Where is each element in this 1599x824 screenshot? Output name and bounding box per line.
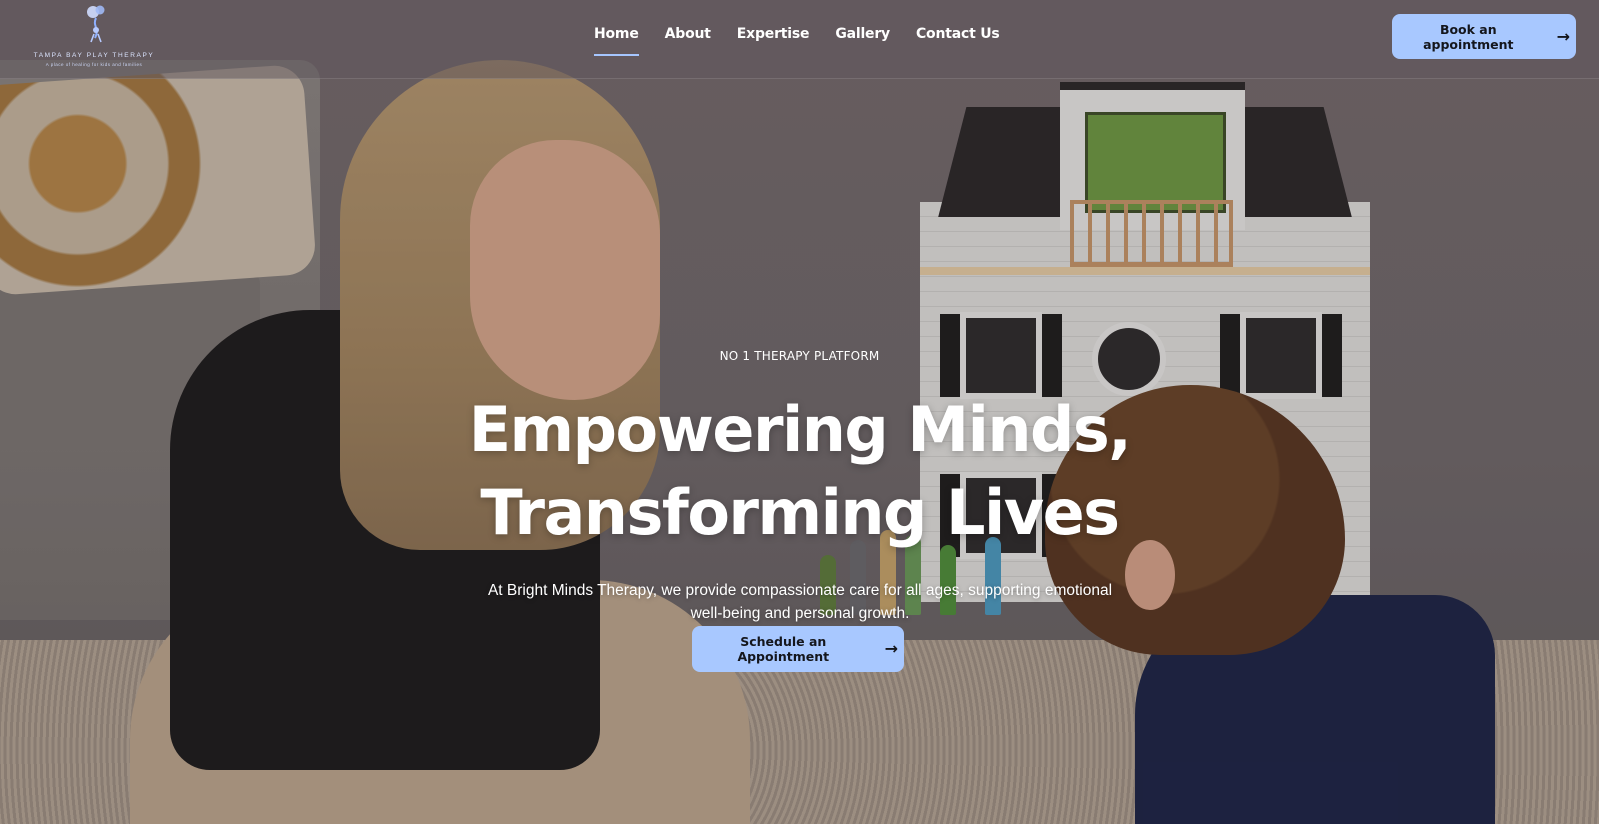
hero-headline-line-1: Empowering Minds, [468, 393, 1132, 466]
book-appointment-button[interactable]: Book an appointment → [1392, 14, 1576, 59]
hero-headline: Empowering Minds, Transforming Lives [0, 388, 1599, 554]
schedule-appointment-label: Schedule an Appointment [737, 634, 830, 664]
nav-expertise[interactable]: Expertise [737, 26, 810, 56]
main-nav: Home About Expertise Gallery Contact Us [594, 26, 1000, 56]
balloon-figure-icon [87, 5, 105, 43]
hero-subtext: At Bright Minds Therapy, we provide comp… [487, 581, 1113, 622]
schedule-appointment-button[interactable]: Schedule an Appointment → [692, 626, 904, 672]
nav-contact-us[interactable]: Contact Us [916, 26, 1000, 56]
arrow-right-icon: → [1556, 26, 1570, 46]
site-logo[interactable]: TAMPA BAY PLAY THERAPY A place of healin… [24, 2, 164, 70]
logo-name: TAMPA BAY PLAY THERAPY [33, 52, 155, 59]
hero-headline-line-2: Transforming Lives [480, 476, 1120, 549]
logo-tagline: A place of healing for kids and families [45, 62, 143, 67]
nav-home[interactable]: Home [594, 26, 639, 56]
book-appointment-label: Book an appointment [1423, 21, 1514, 52]
nav-about[interactable]: About [665, 26, 711, 56]
arrow-right-icon: → [884, 639, 898, 658]
site-header: TAMPA BAY PLAY THERAPY A place of healin… [0, 0, 1599, 79]
nav-gallery[interactable]: Gallery [835, 26, 890, 56]
hero-eyebrow: NO 1 THERAPY PLATFORM [719, 349, 880, 363]
